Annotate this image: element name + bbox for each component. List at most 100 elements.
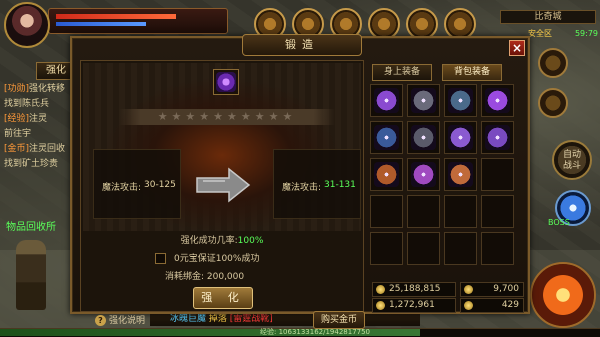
- auto-fight-label-2: 战斗: [562, 161, 581, 171]
- loot-message-bar: 冰魄巨魔 掉落 [雷霆战靴]: [150, 312, 420, 326]
- forge-title: 锻造: [242, 34, 362, 56]
- inventory-slot[interactable]: [370, 158, 403, 191]
- necklace-icon: [485, 88, 510, 113]
- inventory-slot[interactable]: [370, 232, 403, 265]
- inventory-slot[interactable]: [407, 158, 440, 191]
- success-rate-value: 100%: [237, 236, 264, 246]
- inventory-slot[interactable]: [407, 121, 440, 154]
- next-stat-value: 31-131: [324, 180, 356, 190]
- fire-attack-skill-icon[interactable]: [530, 262, 596, 328]
- boss-label: BOSS: [548, 218, 570, 227]
- next-stat-box: 魔法攻击: 31-131: [273, 149, 361, 219]
- inventory-slot[interactable]: [370, 195, 403, 228]
- current-stat-label: 魔法攻击:: [102, 183, 142, 193]
- inventory-slot[interactable]: [481, 84, 514, 117]
- activity-icon[interactable]: [538, 48, 568, 78]
- quest-tag: [功勋]: [4, 84, 30, 94]
- inventory-slot[interactable]: [444, 158, 477, 191]
- quest-text: 前往宇: [4, 129, 32, 139]
- success-rate-line: 强化成功几率:100%: [81, 233, 363, 246]
- map-coords: 59:79: [574, 29, 598, 38]
- hero-status-frame: [48, 8, 228, 34]
- armor-icon: [374, 125, 399, 150]
- quest-tag: [经验]: [4, 114, 30, 124]
- ring-icon: [374, 88, 399, 113]
- question-icon: ?: [95, 315, 106, 326]
- inventory-slot[interactable]: [444, 232, 477, 265]
- hero-avatar[interactable]: [4, 2, 50, 48]
- shop-icon[interactable]: [538, 88, 568, 118]
- bracer-icon: [485, 125, 510, 150]
- forge-panel: ★★★★★★★★★★ 魔法攻击: 30-125 魔法攻击: 31-131 强化成…: [80, 60, 365, 329]
- cost-text: 消耗绑金: 200,000: [165, 272, 245, 282]
- inventory-slot[interactable]: [407, 84, 440, 117]
- loot-item: [雷霆战靴]: [229, 314, 273, 324]
- target-equipment-slot[interactable]: [213, 69, 239, 95]
- inventory-slot[interactable]: [481, 158, 514, 191]
- enhance-button[interactable]: 强 化: [193, 287, 253, 309]
- bound-yuanbao-value: 429: [501, 300, 519, 310]
- bound-gold-display: 1,272,961: [372, 298, 456, 313]
- loot-verb: 掉落: [208, 314, 227, 324]
- arrow-right-icon: [196, 167, 251, 203]
- tab-bag[interactable]: 背包装备: [442, 64, 502, 81]
- boots-icon: [448, 162, 473, 187]
- success-rate-label: 强化成功几率:: [180, 236, 238, 246]
- quest-text: 强化转移: [29, 84, 66, 94]
- bound-gold-value: 1,272,961: [389, 300, 435, 310]
- gauntlet-icon: [448, 125, 473, 150]
- belt-icon: [411, 162, 436, 187]
- gold-coin-icon: [376, 285, 385, 294]
- exp-text: 经验: 1063133162/1942817750: [260, 328, 371, 336]
- inventory-slot[interactable]: [481, 195, 514, 228]
- npc-character[interactable]: [16, 240, 46, 310]
- map-name[interactable]: 比奇城: [500, 10, 596, 24]
- helmet-icon: [411, 88, 436, 113]
- guarantee-option[interactable]: 0元宝保证100%成功: [155, 251, 259, 264]
- yuanbao-display: 9,700: [460, 282, 524, 297]
- guarantee-checkbox[interactable]: [155, 253, 166, 264]
- inventory-slot[interactable]: [444, 121, 477, 154]
- item-recycle-npc-label[interactable]: 物品回收所: [6, 218, 56, 233]
- forge-window: 锻造 × ★★★★★★★★★★ 魔法攻击: 30-125 魔法攻击: 31-13…: [70, 34, 530, 329]
- inventory-grid: [370, 84, 520, 292]
- inventory-slot[interactable]: [444, 84, 477, 117]
- inventory-slot[interactable]: [407, 232, 440, 265]
- inventory-slot[interactable]: [370, 84, 403, 117]
- next-stat-label: 魔法攻击:: [282, 183, 322, 193]
- ring-icon: [216, 72, 236, 92]
- enhance-help-button[interactable]: ? 强化说明: [95, 313, 145, 326]
- inventory-slot[interactable]: [481, 121, 514, 154]
- current-stat-box: 魔法攻击: 30-125: [93, 149, 181, 219]
- inventory-slot[interactable]: [407, 195, 440, 228]
- bound-yuanbao-icon: [464, 301, 473, 310]
- boots-icon: [374, 162, 399, 187]
- gold-value: 25,188,815: [389, 284, 441, 294]
- loot-monster: 冰魄巨魔: [170, 314, 207, 324]
- tab-equipped[interactable]: 身上装备: [372, 64, 432, 81]
- auto-fight-label-1: 自动: [562, 150, 581, 160]
- quest-tag: [金币]: [4, 144, 30, 154]
- bound-gold-coin-icon: [376, 301, 385, 310]
- inventory-slot[interactable]: [444, 195, 477, 228]
- quest-text: 注灵: [29, 114, 48, 124]
- forge-scene: ★★★★★★★★★★ 魔法攻击: 30-125 魔法攻击: 31-131: [83, 63, 361, 231]
- helmet-icon: [411, 125, 436, 150]
- enhance-star-bar: ★★★★★★★★★★: [119, 109, 335, 125]
- current-stat-value: 30-125: [144, 180, 176, 190]
- auto-fight-button[interactable]: 自动 战斗: [552, 140, 592, 180]
- inventory-slot[interactable]: [370, 121, 403, 154]
- close-button[interactable]: ×: [509, 40, 525, 56]
- yuanbao-icon: [464, 285, 473, 294]
- bound-yuanbao-display: 429: [460, 298, 524, 313]
- guarantee-label: 0元宝保证100%成功: [174, 254, 260, 264]
- armor-icon: [448, 88, 473, 113]
- quest-text: 找到矿土珍贵: [4, 159, 59, 169]
- buy-gold-button[interactable]: 购买金币: [313, 311, 365, 329]
- gold-display: 25,188,815: [372, 282, 456, 297]
- quest-text: 注灵回收: [29, 144, 66, 154]
- inventory-slot[interactable]: [481, 232, 514, 265]
- help-label: 强化说明: [109, 316, 146, 326]
- hp-bar: [56, 14, 176, 19]
- mp-bar: [56, 22, 146, 26]
